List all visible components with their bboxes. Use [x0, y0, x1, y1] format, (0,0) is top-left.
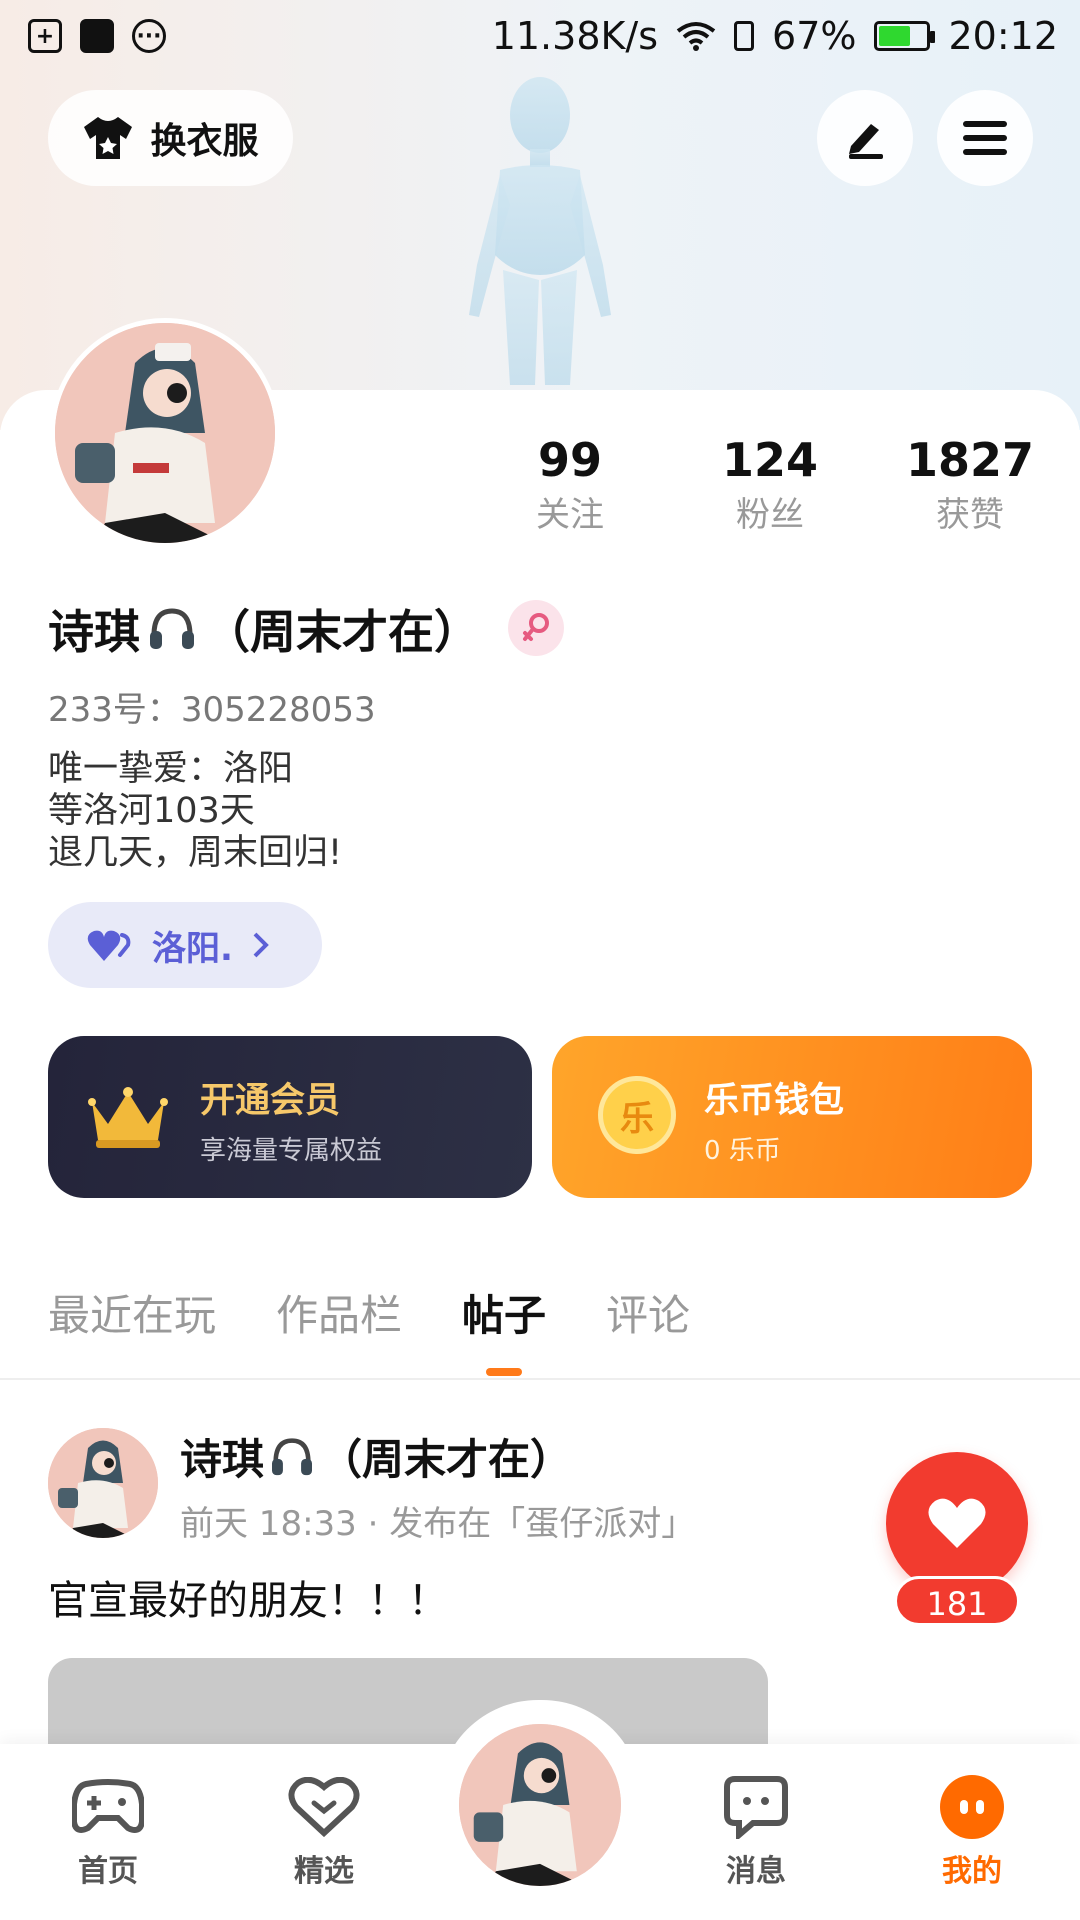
hamburger-menu-icon [963, 121, 1007, 155]
change-outfit-label: 换衣服 [150, 121, 259, 162]
battery-level-fill [879, 26, 911, 46]
tab-label: 最近在玩 [48, 1291, 217, 1340]
partner-link-button[interactable]: 洛阳. [48, 902, 322, 988]
wifi-icon [676, 22, 716, 51]
wallet-balance: 0 乐币 [704, 1136, 781, 1166]
wallet-title: 乐币钱包 [704, 1081, 845, 1121]
vip-title: 开通会员 [200, 1081, 341, 1121]
coin-icon: 乐 [598, 1076, 676, 1154]
image-icon [80, 19, 114, 53]
active-tab-indicator [486, 1368, 523, 1376]
profile-avatar[interactable] [50, 318, 280, 548]
change-outfit-button[interactable]: 换衣服 [48, 90, 293, 186]
post-author-avatar[interactable] [48, 1428, 158, 1538]
gender-badge [508, 600, 564, 656]
chevron-right-icon [253, 932, 269, 958]
tshirt-icon [84, 117, 133, 159]
more-dots-icon: ··· [132, 19, 166, 53]
profile-stats: 99 关注 124 粉丝 1827 获赞 [470, 430, 1070, 540]
profile-nickname: 诗琪 （周末才在） [48, 596, 480, 662]
message-icon [724, 1776, 788, 1839]
nav-label: 首页 [78, 1854, 138, 1889]
nickname-prefix: 诗琪 [48, 605, 140, 659]
stat-likes-value: 1827 [905, 433, 1035, 487]
tab-label: 帖子 [462, 1291, 547, 1340]
network-speed: 11.38K/s [491, 14, 659, 58]
partner-name: 洛阳. [152, 928, 233, 969]
female-symbol-icon [523, 613, 549, 641]
wallet-card[interactable]: 乐 乐币钱包 0 乐币 [552, 1036, 1032, 1198]
anime-girl-avatar-image [55, 323, 275, 543]
tabs-divider [0, 1378, 1080, 1380]
tab-recently-played[interactable]: 最近在玩 [48, 1282, 216, 1343]
stat-following[interactable]: 99 关注 [470, 430, 670, 540]
vip-subtitle: 享海量专属权益 [200, 1136, 383, 1166]
user-id: 233号：305228053 [48, 690, 376, 730]
battery-icon [874, 21, 936, 51]
nav-center-avatar[interactable] [455, 1720, 625, 1890]
pencil-icon [849, 124, 883, 159]
profile-face-icon [940, 1775, 1004, 1839]
stat-following-label: 关注 [536, 495, 604, 535]
nav-featured[interactable]: 精选 [254, 1772, 394, 1890]
like-button[interactable] [886, 1452, 1028, 1594]
edit-profile-button[interactable] [817, 90, 913, 186]
bio-line: 等洛河103天 [48, 791, 255, 831]
stat-likes-label: 获赞 [936, 495, 1004, 535]
like-count: 181 [894, 1576, 1020, 1626]
clock: 20:12 [948, 14, 1058, 58]
nav-home[interactable]: 首页 [38, 1772, 178, 1890]
double-heart-icon [87, 930, 131, 961]
status-bar: + ··· 11.38K/s 67% 20:12 [0, 0, 1080, 72]
author-prefix: 诗琪 [180, 1435, 265, 1484]
tab-label: 评论 [606, 1291, 691, 1340]
tab-posts[interactable]: 帖子 [462, 1282, 547, 1376]
gamepad-icon [72, 1779, 144, 1833]
stat-following-value: 99 [537, 433, 602, 487]
battery-percent: 67% [772, 14, 857, 58]
bio-line: 唯一挚爱：洛阳 [48, 749, 294, 789]
anime-girl-avatar-image [48, 1428, 158, 1538]
tab-label: 作品栏 [276, 1291, 403, 1340]
sim-card-icon [734, 21, 755, 51]
nav-label: 消息 [726, 1854, 786, 1889]
heart-icon [928, 1498, 986, 1548]
status-left: + ··· [28, 19, 166, 53]
nav-profile[interactable]: 我的 [902, 1772, 1042, 1890]
nav-messages[interactable]: 消息 [686, 1772, 826, 1890]
sim-add-icon: + [28, 19, 62, 53]
author-suffix: （周末才在） [320, 1435, 573, 1484]
menu-button[interactable] [937, 90, 1033, 186]
nav-label: 我的 [942, 1854, 1002, 1889]
nickname-suffix: （周末才在） [204, 605, 480, 659]
bio-line: 退几天，周末回归! [48, 833, 343, 873]
tab-works[interactable]: 作品栏 [276, 1282, 402, 1343]
heart-chat-icon [288, 1777, 360, 1837]
coin-char: 乐 [620, 1098, 654, 1139]
stat-followers-value: 124 [721, 433, 819, 487]
vip-membership-card[interactable]: 开通会员 享海量专属权益 [48, 1036, 532, 1198]
post-author-name[interactable]: 诗琪 （周末才在） [180, 1426, 572, 1487]
content-tabs: 最近在玩 作品栏 帖子 评论 [48, 1282, 690, 1376]
post-meta: 前天 18:33 · 发布在「蛋仔派对」 [180, 1504, 696, 1544]
headphones-emoji-icon [272, 1437, 313, 1475]
profile-bio: 唯一挚爱：洛阳 等洛河103天 退几天，周末回归! [48, 748, 342, 874]
post-text: 官宣最好的朋友！！！ [48, 1578, 448, 1624]
tab-comments[interactable]: 评论 [606, 1282, 690, 1343]
avatar-3d-figure [469, 77, 611, 385]
status-right: 11.38K/s 67% 20:12 [492, 14, 1058, 58]
nav-label: 精选 [294, 1854, 354, 1889]
headphones-emoji-icon [150, 608, 194, 649]
crown-icon [88, 1087, 168, 1148]
anime-girl-avatar-image [459, 1724, 621, 1886]
stat-followers-label: 粉丝 [736, 495, 804, 535]
stat-followers[interactable]: 124 粉丝 [670, 430, 870, 540]
stat-likes[interactable]: 1827 获赞 [870, 430, 1070, 540]
